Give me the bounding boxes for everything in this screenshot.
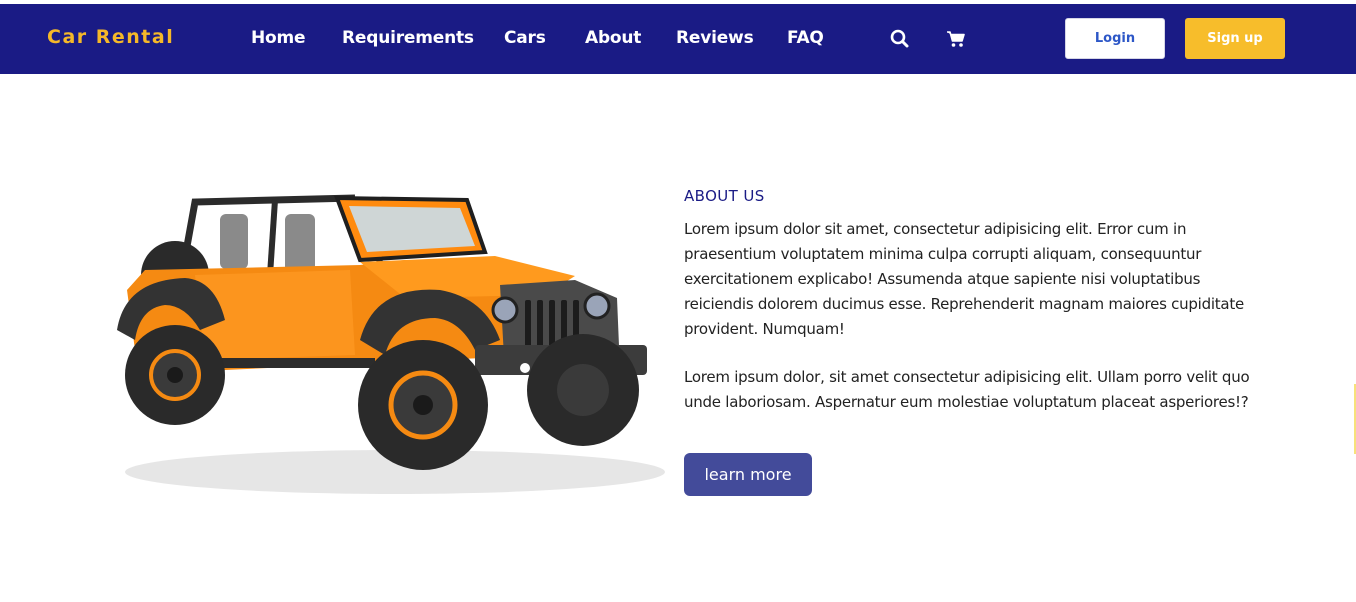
nav-home[interactable]: Home (251, 28, 306, 48)
login-button[interactable]: Login (1065, 18, 1165, 59)
nav-cars[interactable]: Cars (504, 28, 546, 48)
jeep-image (105, 180, 665, 500)
learn-more-button[interactable]: learn more (684, 453, 812, 496)
about-heading: ABOUT US (684, 187, 765, 205)
search-icon[interactable] (889, 28, 911, 50)
brand-logo[interactable]: Car Rental (47, 26, 174, 48)
signup-button[interactable]: Sign up (1185, 18, 1285, 59)
nav-about[interactable]: About (585, 28, 641, 48)
about-paragraph-2: Lorem ipsum dolor, sit amet consectetur … (684, 368, 1250, 411)
nav-requirements[interactable]: Requirements (342, 28, 474, 48)
navbar: Car Rental Home Requirements Cars About … (0, 4, 1356, 74)
nav-faq[interactable]: FAQ (787, 28, 824, 48)
cart-icon[interactable] (945, 28, 967, 50)
about-paragraph-1: Lorem ipsum dolor sit amet, consectetur … (684, 220, 1244, 338)
nav-reviews[interactable]: Reviews (676, 28, 754, 48)
